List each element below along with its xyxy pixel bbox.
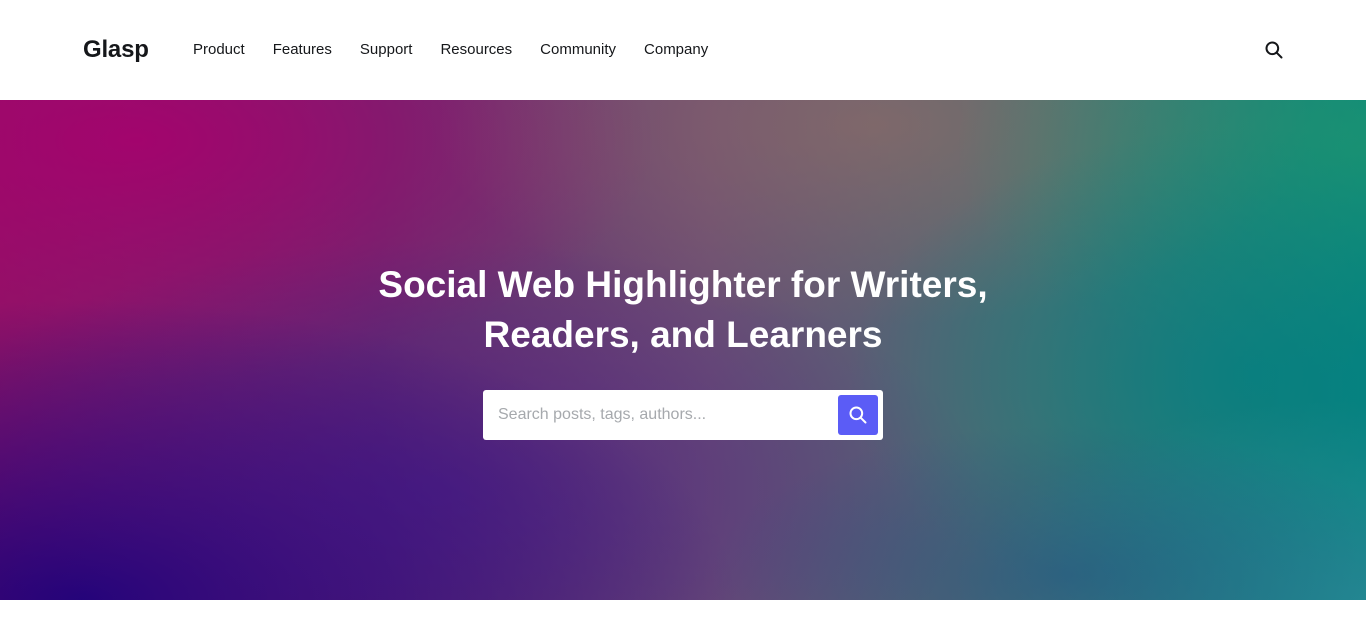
site-logo[interactable]: Glasp bbox=[83, 36, 149, 64]
hero-title-line-2: Readers, and Learners bbox=[483, 314, 883, 355]
hero-search-input[interactable] bbox=[483, 390, 833, 440]
nav-item-product[interactable]: Product bbox=[193, 40, 245, 60]
nav-item-resources[interactable]: Resources bbox=[440, 40, 512, 60]
header-search-button[interactable] bbox=[1261, 37, 1287, 63]
hero-search-button[interactable] bbox=[838, 395, 878, 435]
site-header: Glasp Product Features Support Resources… bbox=[0, 0, 1366, 100]
search-icon bbox=[849, 406, 867, 424]
hero-banner: Social Web Highlighter for Writers, Read… bbox=[0, 100, 1366, 600]
hero-title-line-1: Social Web Highlighter for Writers, bbox=[378, 264, 988, 305]
nav-item-company[interactable]: Company bbox=[644, 40, 708, 60]
nav-item-support[interactable]: Support bbox=[360, 40, 413, 60]
hero-search-form bbox=[483, 390, 883, 440]
hero-title: Social Web Highlighter for Writers, Read… bbox=[283, 260, 1083, 360]
nav-item-community[interactable]: Community bbox=[540, 40, 616, 60]
main-nav: Product Features Support Resources Commu… bbox=[193, 40, 736, 60]
nav-item-features[interactable]: Features bbox=[273, 40, 332, 60]
search-icon bbox=[1265, 41, 1283, 59]
